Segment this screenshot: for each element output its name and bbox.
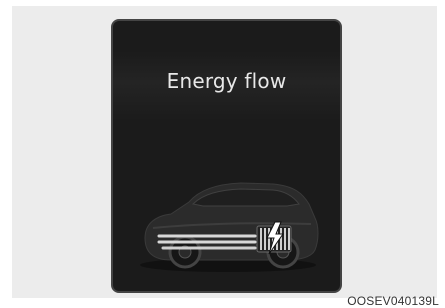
car-graphic	[133, 166, 323, 276]
cluster-display: Energy flow	[111, 19, 342, 293]
electric-suv-icon	[140, 182, 319, 272]
figure-code: OOSEV040139L	[347, 294, 439, 308]
screen-title: Energy flow	[166, 69, 287, 93]
figure-frame: Energy flow OOSEV040139L	[0, 0, 445, 308]
